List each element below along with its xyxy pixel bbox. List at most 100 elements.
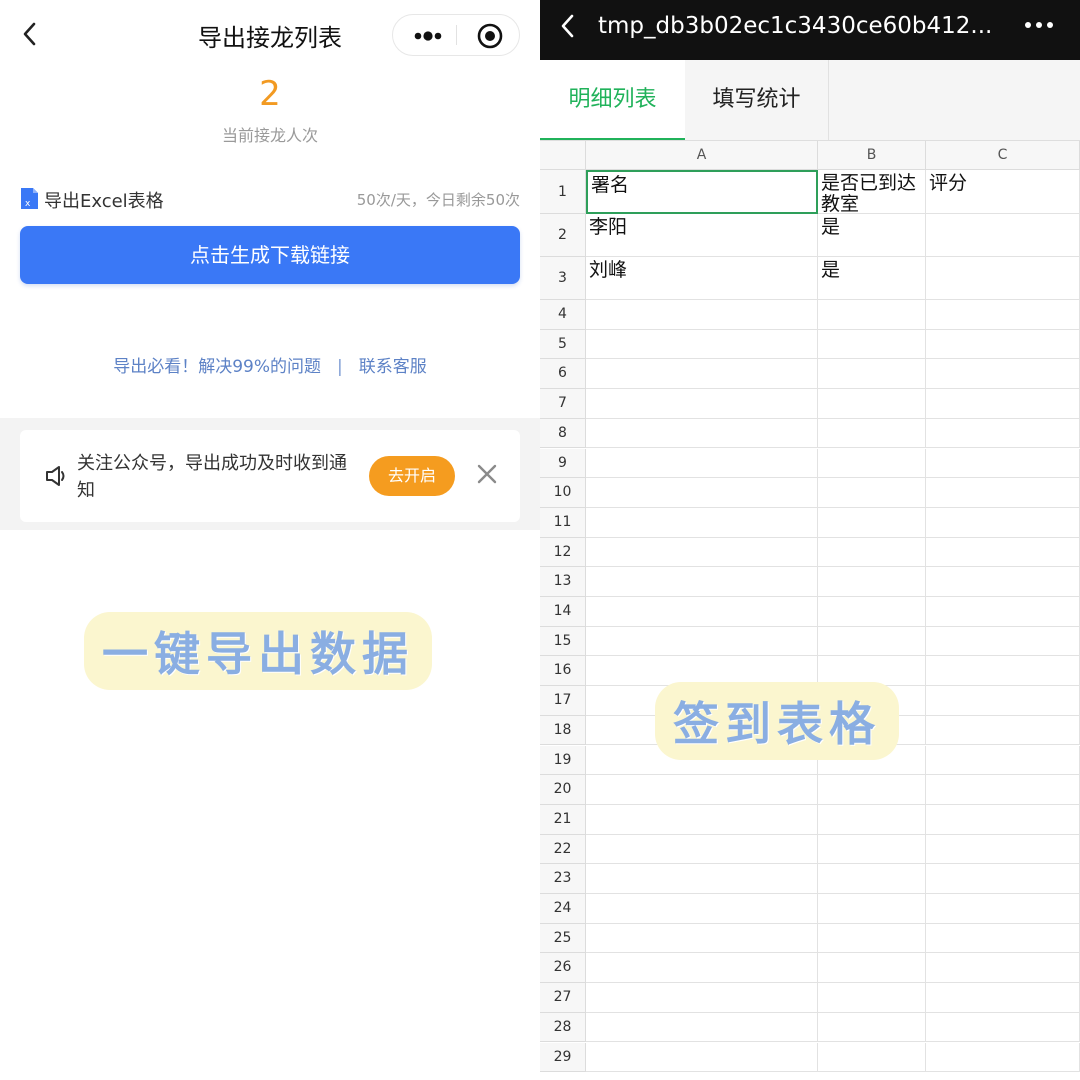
cell-b13[interactable] [818, 567, 926, 597]
cell-c28[interactable] [926, 1012, 1080, 1043]
cell-a6[interactable] [586, 359, 818, 390]
row-number[interactable]: 8 [540, 418, 586, 449]
cell-a2[interactable]: 李阳 [586, 214, 818, 257]
cell-b4[interactable] [818, 300, 926, 330]
generate-download-link-button[interactable]: 点击生成下载链接 [20, 226, 520, 284]
cell-b23[interactable] [818, 864, 926, 894]
cell-b2[interactable]: 是 [818, 214, 926, 257]
cell-a5[interactable] [586, 329, 818, 360]
cell-a7[interactable] [586, 389, 818, 419]
enable-notice-button[interactable]: 去开启 [369, 456, 455, 496]
cell-b7[interactable] [818, 389, 926, 419]
row-number[interactable]: 26 [540, 953, 586, 984]
cell-a25[interactable] [586, 923, 818, 954]
cell-c2[interactable] [926, 214, 1080, 257]
row-number[interactable]: 28 [540, 1012, 586, 1043]
column-header-c[interactable]: C [926, 141, 1080, 170]
row-number[interactable]: 21 [540, 804, 586, 835]
row-number[interactable]: 25 [540, 923, 586, 954]
cell-b26[interactable] [818, 953, 926, 984]
cell-b15[interactable] [818, 626, 926, 657]
cell-a11[interactable] [586, 507, 818, 538]
cell-c3[interactable] [926, 257, 1080, 300]
cell-b8[interactable] [818, 418, 926, 449]
cell-a27[interactable] [586, 983, 818, 1013]
cell-b27[interactable] [818, 983, 926, 1013]
row-number[interactable]: 19 [540, 745, 586, 776]
cell-c10[interactable] [926, 478, 1080, 508]
cell-c8[interactable] [926, 418, 1080, 449]
row-number[interactable]: 23 [540, 864, 586, 894]
chevron-left-icon[interactable] [14, 16, 46, 52]
cell-c20[interactable] [926, 775, 1080, 805]
more-dots-icon[interactable] [1014, 10, 1064, 40]
cell-b12[interactable] [818, 537, 926, 568]
row-number[interactable]: 22 [540, 834, 586, 865]
cell-c18[interactable] [926, 715, 1080, 746]
cell-c13[interactable] [926, 567, 1080, 597]
row-number[interactable]: 13 [540, 567, 586, 597]
target-close-icon[interactable] [465, 17, 515, 53]
cell-a29[interactable] [586, 1042, 818, 1073]
cell-a12[interactable] [586, 537, 818, 568]
cell-c9[interactable] [926, 448, 1080, 479]
cell-b5[interactable] [818, 329, 926, 360]
row-number[interactable]: 14 [540, 597, 586, 627]
grid-corner[interactable] [540, 141, 586, 170]
cell-a20[interactable] [586, 775, 818, 805]
cell-c15[interactable] [926, 626, 1080, 657]
cell-a4[interactable] [586, 300, 818, 330]
cell-b10[interactable] [818, 478, 926, 508]
chevron-left-icon[interactable] [556, 11, 580, 41]
cell-a1[interactable]: 署名 [586, 170, 818, 214]
row-number[interactable]: 18 [540, 715, 586, 746]
cell-b9[interactable] [818, 448, 926, 479]
contact-service-link[interactable]: 联系客服 [359, 352, 427, 377]
cell-a23[interactable] [586, 864, 818, 894]
cell-b14[interactable] [818, 597, 926, 627]
row-number[interactable]: 5 [540, 329, 586, 360]
cell-b20[interactable] [818, 775, 926, 805]
column-header-b[interactable]: B [818, 141, 926, 170]
cell-a22[interactable] [586, 834, 818, 865]
row-number[interactable]: 3 [540, 257, 586, 300]
cell-c1[interactable]: 评分 [926, 170, 1080, 214]
row-number[interactable]: 24 [540, 894, 586, 924]
cell-c21[interactable] [926, 804, 1080, 835]
cell-c27[interactable] [926, 983, 1080, 1013]
cell-a10[interactable] [586, 478, 818, 508]
tab-fill-statistics[interactable]: 填写统计 [685, 60, 829, 140]
cell-b24[interactable] [818, 894, 926, 924]
cell-a13[interactable] [586, 567, 818, 597]
cell-c26[interactable] [926, 953, 1080, 984]
cell-a14[interactable] [586, 597, 818, 627]
cell-c29[interactable] [926, 1042, 1080, 1073]
cell-c5[interactable] [926, 329, 1080, 360]
cell-c19[interactable] [926, 745, 1080, 776]
cell-a15[interactable] [586, 626, 818, 657]
cell-a24[interactable] [586, 894, 818, 924]
close-icon[interactable] [475, 462, 499, 486]
row-number[interactable]: 1 [540, 170, 586, 214]
cell-c7[interactable] [926, 389, 1080, 419]
cell-c6[interactable] [926, 359, 1080, 390]
cell-c24[interactable] [926, 894, 1080, 924]
cell-a28[interactable] [586, 1012, 818, 1043]
row-number[interactable]: 16 [540, 656, 586, 687]
cell-a26[interactable] [586, 953, 818, 984]
tab-detail-list[interactable]: 明细列表 [540, 60, 685, 140]
cell-b11[interactable] [818, 507, 926, 538]
cell-c22[interactable] [926, 834, 1080, 865]
row-number[interactable]: 20 [540, 775, 586, 805]
cell-b3[interactable]: 是 [818, 257, 926, 300]
cell-c23[interactable] [926, 864, 1080, 894]
cell-c12[interactable] [926, 537, 1080, 568]
row-number[interactable]: 27 [540, 983, 586, 1013]
more-dots-icon[interactable] [401, 17, 451, 53]
row-number[interactable]: 29 [540, 1042, 586, 1073]
cell-b1[interactable]: 是否已到达教室 [818, 170, 926, 214]
export-guide-link[interactable]: 导出必看！解决99%的问题 [113, 352, 321, 377]
row-number[interactable]: 4 [540, 300, 586, 330]
cell-a8[interactable] [586, 418, 818, 449]
cell-c4[interactable] [926, 300, 1080, 330]
